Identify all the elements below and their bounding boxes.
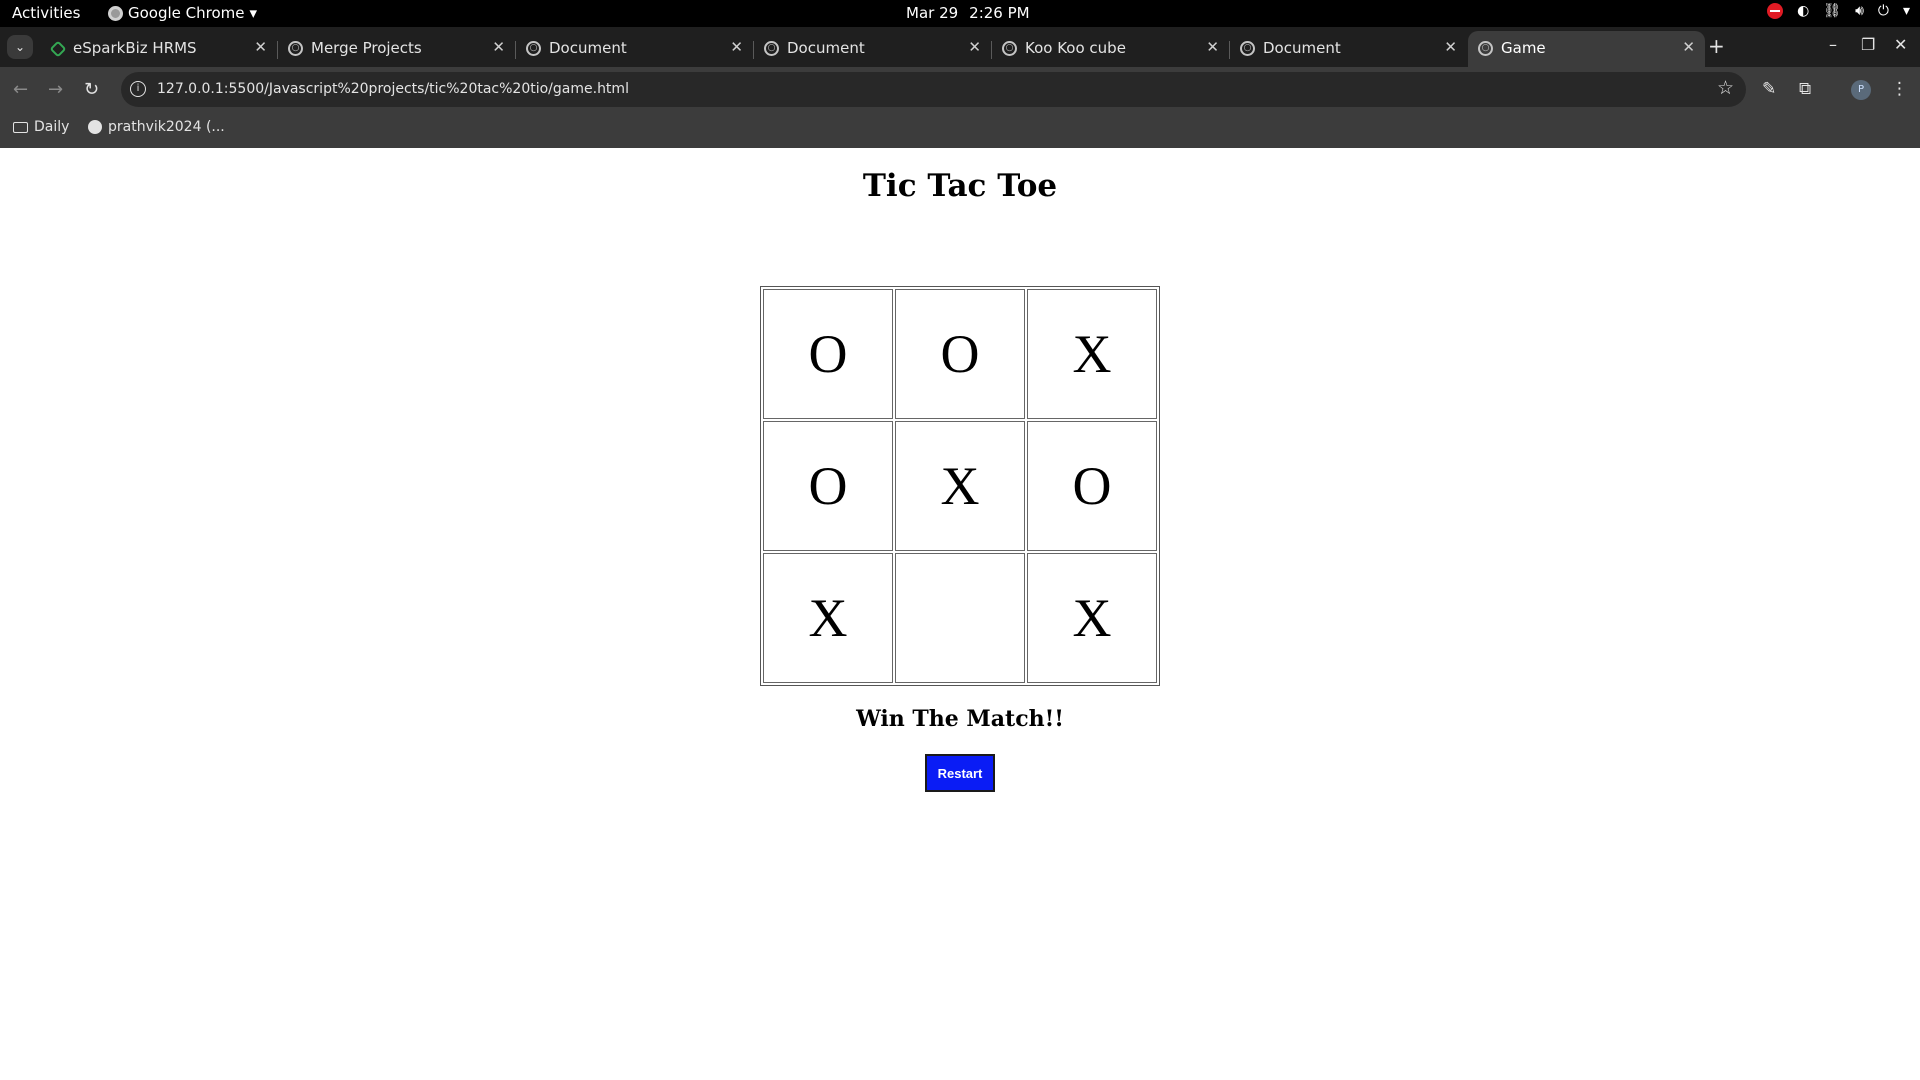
tab-game[interactable]: ○ Game ✕ xyxy=(1468,31,1705,67)
chevron-down-icon: ⌄ xyxy=(14,40,26,54)
github-icon xyxy=(88,120,102,134)
board-cell-2-0[interactable]: X xyxy=(763,553,893,683)
app-menu-label: Google Chrome xyxy=(128,4,245,22)
globe-icon: ○ xyxy=(288,41,303,56)
board-cell-1-0[interactable]: O xyxy=(763,421,893,551)
tab-title: Koo Koo cube xyxy=(1025,39,1126,57)
site-info-icon[interactable]: i xyxy=(130,81,146,97)
close-icon[interactable]: ✕ xyxy=(492,38,505,56)
board-cell-1-2[interactable]: O xyxy=(1027,421,1157,551)
forward-icon[interactable]: → xyxy=(48,79,63,100)
back-icon[interactable]: ← xyxy=(13,79,28,100)
tab-document-2[interactable]: ○ Document ✕ xyxy=(754,31,992,67)
clock[interactable]: Mar 29 2:26 PM xyxy=(906,4,1030,22)
board-cell-2-2[interactable]: X xyxy=(1027,553,1157,683)
tab-title: Document xyxy=(549,39,627,57)
browser-toolbar: ← → ↻ i 127.0.0.1:5500/Javascript%20proj… xyxy=(0,67,1920,112)
tab-koo-koo-cube[interactable]: ○ Koo Koo cube ✕ xyxy=(992,31,1230,67)
bookmarks-bar: Daily prathvik2024 (... xyxy=(0,112,1920,148)
bookmark-daily[interactable]: Daily xyxy=(13,119,69,135)
bookmark-label: Daily xyxy=(34,119,70,135)
tab-title: Document xyxy=(787,39,865,57)
address-bar[interactable]: i 127.0.0.1:5500/Javascript%20projects/t… xyxy=(121,72,1746,107)
profile-avatar[interactable]: P xyxy=(1851,80,1871,100)
close-icon[interactable]: ✕ xyxy=(1682,38,1695,56)
do-not-disturb-icon xyxy=(1767,3,1784,19)
tab-strip: ⌄ eSparkBiz HRMS ✕ ○ Merge Projects ✕ ○ … xyxy=(0,27,1920,67)
tab-merge-projects[interactable]: ○ Merge Projects ✕ xyxy=(278,31,516,67)
status-message: Win The Match!! xyxy=(856,706,1064,732)
power-icon: ⏻ xyxy=(1877,3,1889,19)
extensions-icon[interactable]: ⧉ xyxy=(1799,79,1811,99)
tab-document-3[interactable]: ○ Document ✕ xyxy=(1230,31,1467,67)
activities-button[interactable]: Activities xyxy=(12,4,80,22)
network-icon: ⛓ xyxy=(1823,3,1842,19)
caret-down-icon: ▾ xyxy=(249,4,258,22)
clock-time: 2:26 PM xyxy=(969,4,1030,22)
close-icon[interactable]: ✕ xyxy=(1444,38,1457,56)
tab-document-1[interactable]: ○ Document ✕ xyxy=(516,31,754,67)
reload-icon[interactable]: ↻ xyxy=(84,79,99,100)
bookmark-label: prathvik2024 (... xyxy=(108,119,225,135)
chrome-icon xyxy=(108,5,123,21)
close-icon[interactable]: ✕ xyxy=(254,38,267,56)
new-tab-icon[interactable]: + xyxy=(1708,34,1725,58)
close-icon[interactable]: ✕ xyxy=(730,38,743,56)
night-light-icon: ◐ xyxy=(1797,3,1810,19)
globe-icon: ○ xyxy=(1240,41,1255,56)
bookmark-star-icon[interactable]: ☆ xyxy=(1717,77,1734,99)
system-tray[interactable]: ◐ ⛓ 🔊︎ ⏻ ▾ xyxy=(1767,3,1910,19)
board-cell-1-1[interactable]: X xyxy=(895,421,1025,551)
restart-button[interactable]: Restart xyxy=(925,754,995,792)
board-cell-2-1[interactable] xyxy=(895,553,1025,683)
tab-title: Game xyxy=(1501,39,1546,57)
app-menu[interactable]: Google Chrome ▾ xyxy=(108,4,257,22)
esparkbiz-icon xyxy=(49,40,67,58)
game-board: O O X O X O X X xyxy=(760,286,1160,686)
close-window-icon[interactable]: ✕ xyxy=(1894,35,1907,54)
tray-caret-icon: ▾ xyxy=(1902,3,1910,19)
clock-date: Mar 29 xyxy=(906,4,959,22)
tab-title: Merge Projects xyxy=(311,39,422,57)
globe-icon: ○ xyxy=(764,41,779,56)
globe-icon: ○ xyxy=(1002,41,1017,56)
minimize-icon[interactable]: – xyxy=(1829,35,1837,54)
volume-icon: 🔊︎ xyxy=(1855,3,1864,19)
board-cell-0-2[interactable]: X xyxy=(1027,289,1157,419)
board-cell-0-1[interactable]: O xyxy=(895,289,1025,419)
board-cell-0-0[interactable]: O xyxy=(763,289,893,419)
tab-search-button[interactable]: ⌄ xyxy=(7,35,33,59)
tab-title: Document xyxy=(1263,39,1341,57)
globe-icon: ○ xyxy=(526,41,541,56)
url-text[interactable]: 127.0.0.1:5500/Javascript%20projects/tic… xyxy=(157,81,629,97)
folder-icon xyxy=(13,121,28,133)
tab-title: eSparkBiz HRMS xyxy=(73,39,197,57)
close-icon[interactable]: ✕ xyxy=(1206,38,1219,56)
close-icon[interactable]: ✕ xyxy=(968,38,981,56)
game-title: Tic Tac Toe xyxy=(862,168,1058,204)
tab-esparkbiz-hrms[interactable]: eSparkBiz HRMS ✕ xyxy=(40,31,278,67)
eyedropper-icon[interactable]: ✎ xyxy=(1762,79,1776,99)
globe-icon: ○ xyxy=(1478,41,1493,56)
page-content: Tic Tac Toe O O X O X O X X Win The Matc… xyxy=(0,148,1920,1080)
system-top-bar: Activities Google Chrome ▾ Mar 29 2:26 P… xyxy=(0,0,1920,27)
restore-icon[interactable]: ❐ xyxy=(1861,35,1875,54)
more-menu-icon[interactable]: ⋮ xyxy=(1891,79,1908,99)
bookmark-github[interactable]: prathvik2024 (... xyxy=(88,119,225,135)
